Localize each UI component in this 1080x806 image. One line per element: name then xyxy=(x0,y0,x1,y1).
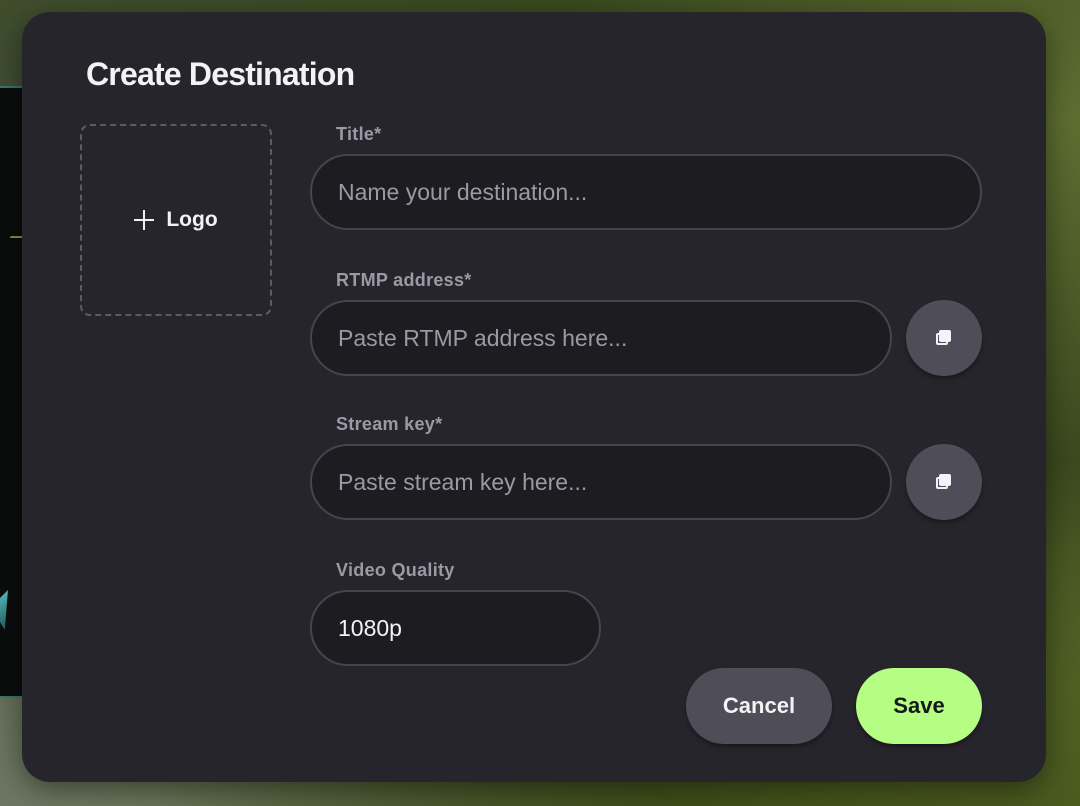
logo-upload-button[interactable]: Logo xyxy=(80,124,272,316)
video-quality-value: 1080p xyxy=(338,614,402,641)
stream-key-input[interactable] xyxy=(310,444,892,520)
logo-upload-label: Logo xyxy=(166,208,218,231)
video-quality-label: Video Quality xyxy=(336,560,455,580)
title-input[interactable] xyxy=(310,154,982,230)
video-quality-select[interactable]: 1080p xyxy=(310,590,601,666)
stream-key-label: Stream key* xyxy=(336,414,443,434)
title-label: Title* xyxy=(336,124,382,144)
copy-icon xyxy=(936,474,952,490)
copy-icon xyxy=(936,330,952,346)
cancel-button[interactable]: Cancel xyxy=(686,668,832,744)
rtmp-address-input[interactable] xyxy=(310,300,892,376)
create-destination-dialog: Create Destination Logo Title* RTMP addr… xyxy=(22,12,1046,782)
rtmp-address-label: RTMP address* xyxy=(336,270,472,290)
plus-icon xyxy=(134,210,155,230)
dialog-title: Create Destination xyxy=(86,56,355,92)
stream-key-paste-button[interactable] xyxy=(906,444,982,520)
rtmp-paste-button[interactable] xyxy=(906,300,982,376)
save-button[interactable]: Save xyxy=(856,668,982,744)
